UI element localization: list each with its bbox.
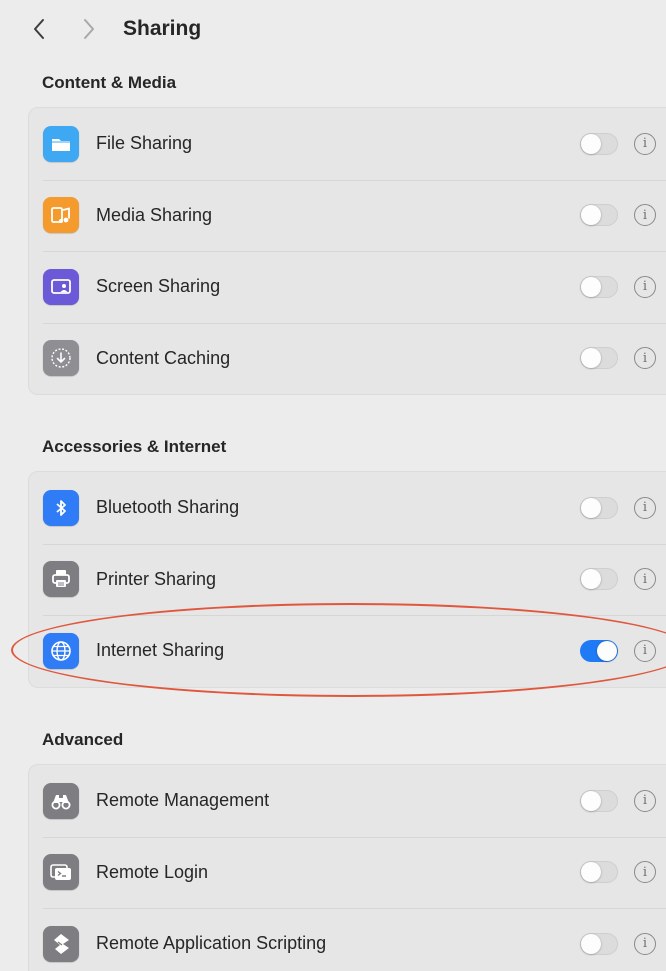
row-remote-management[interactable]: Remote Management i xyxy=(29,765,666,837)
row-remote-application-scripting[interactable]: Remote Application Scripting i xyxy=(29,908,666,971)
chevron-left-icon xyxy=(34,19,44,39)
bluetooth-sharing-info-button[interactable]: i xyxy=(634,496,656,519)
file-sharing-toggle[interactable] xyxy=(580,132,618,155)
row-label: Remote Login xyxy=(96,861,209,882)
remote-login-toggle[interactable] xyxy=(580,861,618,884)
row-label: File Sharing xyxy=(96,133,193,154)
row-label: Remote Management xyxy=(96,790,270,811)
screen-sharing-toggle[interactable] xyxy=(580,275,618,298)
section-title-accessories-internet: Accessories & Internet xyxy=(42,437,227,456)
binoculars-icon xyxy=(43,782,79,819)
terminal-icon xyxy=(43,854,79,891)
remote-application-scripting-toggle[interactable] xyxy=(580,932,618,955)
file-sharing-info-button[interactable]: i xyxy=(634,132,656,155)
bluetooth-sharing-toggle[interactable] xyxy=(580,496,618,519)
remote-application-scripting-info-button[interactable]: i xyxy=(634,932,656,955)
script-icon xyxy=(43,925,79,962)
row-label: Internet Sharing xyxy=(96,640,225,661)
content-media-group: File Sharing i Media Sharing i Screen Sh… xyxy=(28,107,666,395)
advanced-group: Remote Management i Remote Login i Remot… xyxy=(28,764,666,971)
section-title-content-media: Content & Media xyxy=(42,73,177,92)
row-internet-sharing[interactable]: Internet Sharing i xyxy=(29,615,666,687)
row-label: Remote Application Scripting xyxy=(96,933,327,954)
row-label: Bluetooth Sharing xyxy=(96,497,240,518)
remote-login-info-button[interactable]: i xyxy=(634,861,656,884)
remote-management-info-button[interactable]: i xyxy=(634,789,656,812)
sharing-settings-window: Sharing Content & Media File Sharing i M… xyxy=(0,0,666,971)
music-icon xyxy=(43,197,79,234)
printer-sharing-info-button[interactable]: i xyxy=(634,568,656,591)
globe-icon xyxy=(43,632,79,669)
media-sharing-toggle[interactable] xyxy=(580,204,618,227)
row-media-sharing[interactable]: Media Sharing i xyxy=(29,179,666,252)
row-label: Screen Sharing xyxy=(96,276,221,297)
screen-share-icon xyxy=(43,268,79,305)
bluetooth-icon xyxy=(43,489,79,526)
row-bluetooth-sharing[interactable]: Bluetooth Sharing i xyxy=(29,472,666,544)
row-label: Content Caching xyxy=(96,347,231,368)
download-circle-icon xyxy=(43,340,79,377)
printer-sharing-toggle[interactable] xyxy=(580,568,618,591)
row-label: Printer Sharing xyxy=(96,568,217,589)
section-title-advanced: Advanced xyxy=(42,730,124,749)
internet-sharing-toggle[interactable] xyxy=(580,639,618,662)
content-caching-info-button[interactable]: i xyxy=(634,347,656,370)
back-button[interactable] xyxy=(28,16,50,42)
toolbar: Sharing xyxy=(0,0,666,58)
chevron-right-icon xyxy=(84,19,94,39)
screen-sharing-info-button[interactable]: i xyxy=(634,275,656,298)
media-sharing-info-button[interactable]: i xyxy=(634,204,656,227)
folder-icon xyxy=(43,125,79,162)
printer-icon xyxy=(43,561,79,598)
remote-management-toggle[interactable] xyxy=(580,789,618,812)
accessories-internet-group: Bluetooth Sharing i Printer Sharing i In… xyxy=(28,471,666,688)
row-content-caching[interactable]: Content Caching i xyxy=(29,322,666,395)
row-remote-login[interactable]: Remote Login i xyxy=(29,836,666,909)
row-label: Media Sharing xyxy=(96,204,213,225)
row-printer-sharing[interactable]: Printer Sharing i xyxy=(29,543,666,616)
page-title: Sharing xyxy=(123,17,202,40)
internet-sharing-info-button[interactable]: i xyxy=(634,639,656,662)
row-screen-sharing[interactable]: Screen Sharing i xyxy=(29,251,666,323)
content-caching-toggle[interactable] xyxy=(580,347,618,370)
forward-button[interactable] xyxy=(78,16,100,42)
row-file-sharing[interactable]: File Sharing i xyxy=(29,108,666,180)
